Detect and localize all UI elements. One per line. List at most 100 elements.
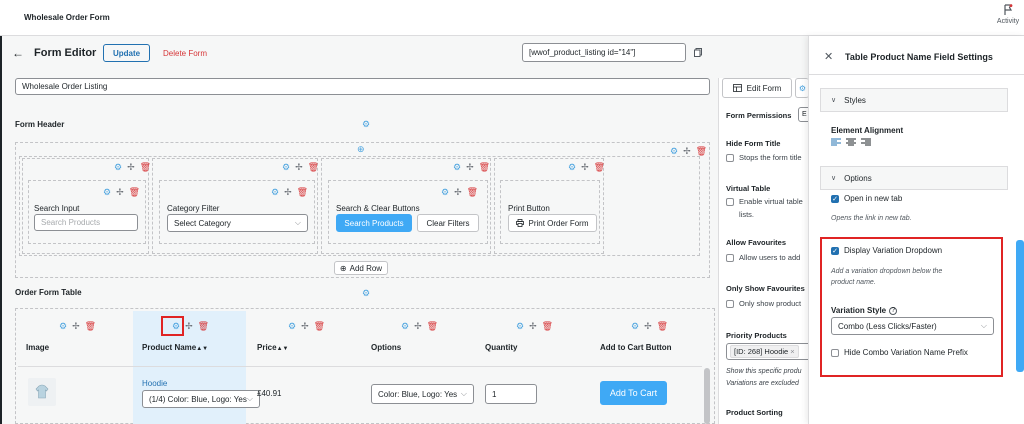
back-arrow-icon[interactable]: ← — [12, 46, 24, 60]
product-name-link[interactable]: Hoodie — [142, 379, 167, 388]
tab-settings[interactable]: ⚙ — [795, 78, 809, 98]
close-icon[interactable]: ✕ — [824, 50, 833, 63]
settings-icon[interactable]: ⚙ — [271, 187, 279, 198]
move-icon[interactable]: ✢ — [295, 162, 303, 173]
settings-icon[interactable]: ⚙ — [453, 162, 461, 173]
move-icon[interactable]: ✢ — [127, 162, 135, 173]
add-row-button[interactable]: ⊕ Add Row — [334, 261, 388, 275]
move-icon[interactable]: ✢ — [466, 162, 474, 173]
column-header-add-to-cart[interactable]: Add to Cart Button — [600, 343, 672, 352]
settings-icon[interactable]: ⚙ — [114, 162, 122, 173]
trash-icon[interactable]: 🗑 — [140, 162, 151, 173]
move-icon[interactable]: ✢ — [116, 187, 124, 198]
display-variation-option[interactable]: ✓ Display Variation Dropdown — [831, 246, 942, 255]
trash-icon[interactable]: 🗑 — [85, 321, 96, 332]
open-new-tab-option[interactable]: ✓ Open in new tab — [831, 194, 902, 203]
settings-icon[interactable]: ⚙ — [568, 162, 576, 173]
virtual-table-option[interactable]: Enable virtual table — [726, 197, 803, 206]
hide-combo-checkbox[interactable] — [831, 348, 839, 357]
move-icon[interactable]: ✢ — [72, 321, 80, 332]
settings-icon[interactable]: ⚙ — [401, 321, 409, 332]
options-section-header[interactable]: ∨ Options — [820, 166, 1008, 190]
trash-icon[interactable]: 🗑 — [314, 321, 325, 332]
move-icon[interactable]: ✢ — [185, 321, 193, 332]
trash-icon[interactable]: 🗑 — [297, 187, 308, 198]
help-icon[interactable]: ? — [889, 306, 898, 315]
delete-form-link[interactable]: Delete Form — [163, 49, 207, 58]
open-new-tab-checkbox[interactable]: ✓ — [831, 194, 839, 203]
column-header-options[interactable]: Options — [371, 343, 401, 352]
sort-icon[interactable]: ▲▼ — [196, 346, 208, 352]
trash-icon[interactable]: 🗑 — [657, 321, 668, 332]
move-icon[interactable]: ✢ — [644, 321, 652, 332]
clear-filters-button[interactable]: Clear Filters — [417, 214, 479, 232]
element-controls[interactable]: ⚙ ✢ 🗑 — [103, 187, 140, 198]
sort-icon[interactable]: ▲▼ — [277, 346, 289, 352]
settings-icon[interactable]: ⚙ — [516, 321, 524, 332]
align-center-icon[interactable] — [846, 138, 856, 146]
column-header-image[interactable]: Image — [26, 343, 49, 352]
move-icon[interactable]: ✢ — [454, 187, 462, 198]
add-to-cart-column-controls[interactable]: ⚙ ✢ 🗑 — [631, 321, 668, 332]
hide-combo-option[interactable]: Hide Combo Variation Name Prefix — [831, 348, 968, 357]
trash-icon[interactable]: 🗑 — [198, 321, 209, 332]
hide-form-title-option[interactable]: Stops the form title — [726, 153, 802, 162]
move-icon[interactable]: ✢ — [529, 321, 537, 332]
align-left-icon[interactable] — [831, 138, 841, 146]
order-table-settings-icon[interactable]: ⚙ — [362, 288, 370, 299]
allow-favourites-checkbox[interactable] — [726, 253, 734, 262]
price-column-controls[interactable]: ⚙ ✢ 🗑 — [288, 321, 325, 332]
priority-products-field[interactable]: [ID: 268] Hoodie × — [726, 343, 812, 360]
options-column-controls[interactable]: ⚙ ✢ 🗑 — [401, 321, 438, 332]
trash-icon[interactable]: 🗑 — [427, 321, 438, 332]
element-controls[interactable]: ⚙ ✢ 🗑 — [441, 187, 478, 198]
move-icon[interactable]: ✢ — [414, 321, 422, 332]
styles-section-header[interactable]: ∨ Styles — [820, 88, 1008, 112]
options-select[interactable]: Color: Blue, Logo: Yes ⌵ — [371, 384, 474, 404]
form-name-field[interactable]: Wholesale Order Listing — [15, 78, 710, 95]
trash-icon[interactable]: 🗑 — [467, 187, 478, 198]
panel-scrollbar[interactable] — [1016, 240, 1024, 372]
move-icon[interactable]: ✢ — [301, 321, 309, 332]
activity-button[interactable]: Activity — [992, 4, 1024, 25]
settings-icon[interactable]: ⚙ — [288, 321, 296, 332]
column-controls[interactable]: ⚙ ✢ 🗑 — [282, 162, 319, 173]
add-to-cart-button[interactable]: Add To Cart — [600, 381, 667, 405]
copy-shortcode-button[interactable] — [690, 43, 706, 62]
trash-icon[interactable]: 🗑 — [129, 187, 140, 198]
allow-favourites-option[interactable]: Allow users to add — [726, 253, 800, 262]
move-icon[interactable]: ✢ — [581, 162, 589, 173]
display-variation-checkbox[interactable]: ✓ — [831, 246, 839, 255]
trash-icon[interactable]: 🗑 — [308, 162, 319, 173]
only-show-favourites-option[interactable]: Only show product — [726, 299, 801, 308]
trash-icon[interactable]: 🗑 — [594, 162, 605, 173]
column-controls[interactable]: ⚙ ✢ 🗑 — [568, 162, 605, 173]
trash-icon[interactable]: 🗑 — [479, 162, 490, 173]
table-scrollbar[interactable] — [704, 368, 710, 424]
variation-select[interactable]: (1/4) Color: Blue, Logo: Yes ⌵ — [142, 390, 260, 408]
column-header-product-name[interactable]: Product Name▲▼ — [142, 343, 208, 352]
column-header-quantity[interactable]: Quantity — [485, 343, 517, 352]
settings-icon[interactable]: ⚙ — [631, 321, 639, 332]
category-select[interactable]: Select Category ⌵ — [167, 214, 308, 232]
print-order-form-button[interactable]: Print Order Form — [508, 214, 597, 232]
only-show-favourites-checkbox[interactable] — [726, 299, 734, 308]
form-header-settings-icon[interactable]: ⚙ — [362, 119, 370, 130]
quantity-input[interactable]: 1 — [485, 384, 537, 404]
element-controls[interactable]: ⚙ ✢ 🗑 — [271, 187, 308, 198]
tab-edit-form[interactable]: Edit Form — [722, 78, 792, 98]
column-controls[interactable]: ⚙ ✢ 🗑 — [453, 162, 490, 173]
priority-product-tag[interactable]: [ID: 268] Hoodie × — [730, 345, 799, 358]
hide-form-title-checkbox[interactable] — [726, 153, 734, 162]
remove-tag-icon[interactable]: × — [790, 347, 794, 356]
update-button[interactable]: Update — [103, 44, 150, 62]
align-right-icon[interactable] — [861, 138, 871, 146]
settings-icon[interactable]: ⚙ — [282, 162, 290, 173]
search-products-input[interactable]: Search Products — [34, 214, 138, 231]
settings-icon[interactable]: ⚙ — [59, 321, 67, 332]
column-controls[interactable]: ⚙ ✢ 🗑 — [114, 162, 151, 173]
move-icon[interactable]: ✢ — [284, 187, 292, 198]
trash-icon[interactable]: 🗑 — [542, 321, 553, 332]
search-products-button[interactable]: Search Products — [336, 214, 412, 232]
image-column-controls[interactable]: ⚙ ✢ 🗑 — [59, 321, 96, 332]
